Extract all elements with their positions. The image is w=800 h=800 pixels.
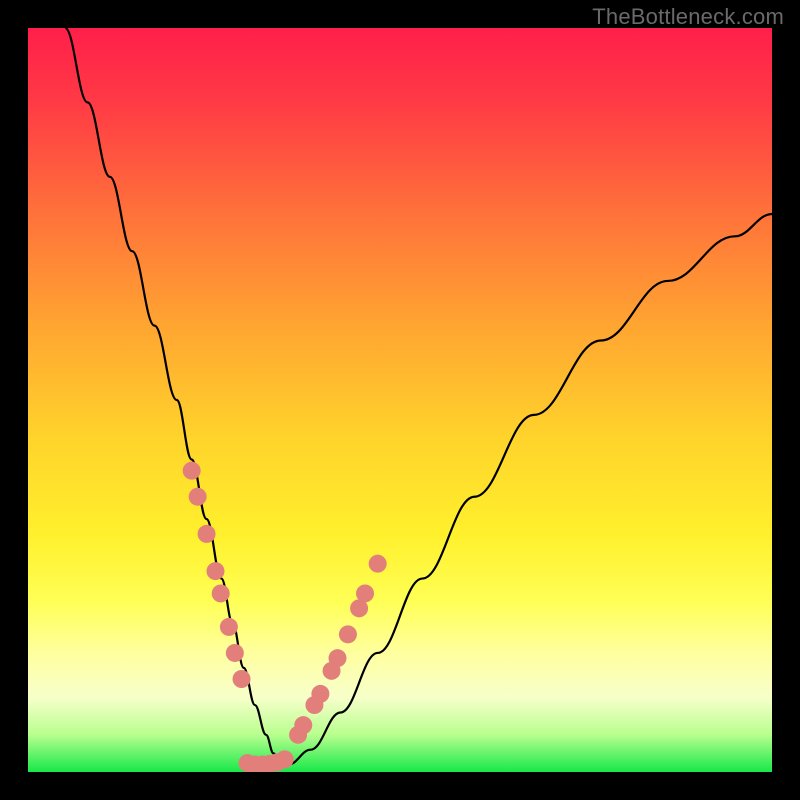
chart-frame: TheBottleneck.com (0, 0, 800, 800)
marker-dot (329, 649, 347, 667)
marker-dot (356, 584, 374, 602)
right-leg-markers (289, 555, 387, 744)
marker-dot (198, 525, 216, 543)
bottleneck-curve (65, 28, 772, 765)
plot-area (28, 28, 772, 772)
marker-dot (212, 584, 230, 602)
watermark-text: TheBottleneck.com (592, 4, 784, 30)
marker-dot (226, 644, 244, 662)
marker-dot (183, 462, 201, 480)
marker-dot (220, 618, 238, 636)
marker-dot (294, 716, 312, 734)
left-leg-markers (183, 462, 251, 688)
marker-dot (276, 750, 294, 768)
marker-dot (339, 625, 357, 643)
marker-dot (311, 685, 329, 703)
minimum-run-markers (238, 750, 293, 772)
marker-dot (369, 555, 387, 573)
marker-dot (206, 562, 224, 580)
marker-dot (233, 670, 251, 688)
marker-dot (189, 488, 207, 506)
chart-svg (28, 28, 772, 772)
